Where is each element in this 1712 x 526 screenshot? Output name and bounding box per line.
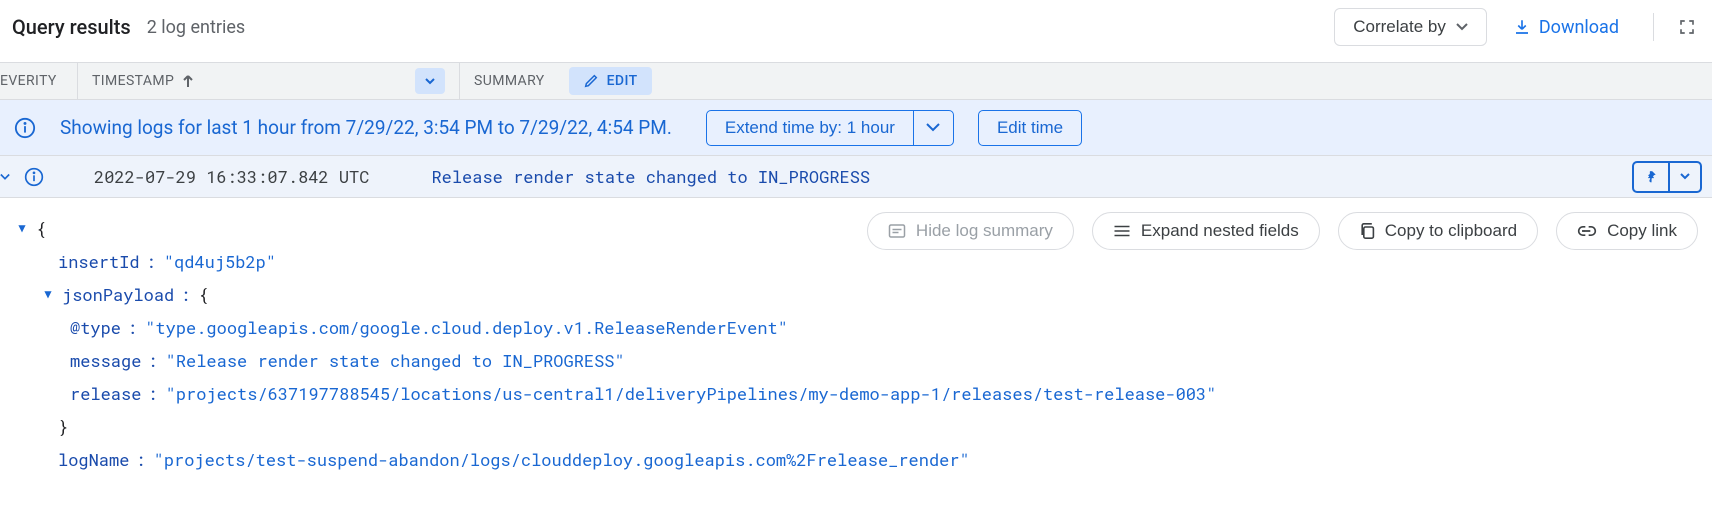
fullscreen-icon <box>1678 18 1696 36</box>
json-key: message <box>70 344 141 377</box>
json-key: jsonPayload <box>62 278 174 311</box>
page-title: Query results <box>12 15 131 39</box>
expand-list-icon <box>1113 224 1131 238</box>
copy-clipboard-label: Copy to clipboard <box>1385 221 1517 241</box>
column-header-row: EVERITY TIMESTAMP SUMMARY EDIT <box>0 62 1712 100</box>
download-icon <box>1513 18 1531 36</box>
tree-release: release: "projects/637197788545/location… <box>14 377 1698 410</box>
json-value: "projects/637197788545/locations/us-cent… <box>166 377 1217 410</box>
hide-log-summary-button: Hide log summary <box>867 212 1074 250</box>
expand-nested-button[interactable]: Expand nested fields <box>1092 212 1320 250</box>
col-timestamp[interactable]: TIMESTAMP <box>78 63 460 99</box>
log-entry-expanded: Hide log summary Expand nested fields Co… <box>0 198 1712 480</box>
download-button[interactable]: Download <box>1503 11 1629 44</box>
edit-time-button[interactable]: Edit time <box>978 110 1082 146</box>
json-value: "projects/test-suspend-abandon/logs/clou… <box>154 443 970 476</box>
arrow-up-icon <box>182 74 194 88</box>
json-value: "Release render state changed to IN_PROG… <box>166 344 625 377</box>
time-range-banner: Showing logs for last 1 hour from 7/29/2… <box>0 100 1712 156</box>
brace-close: } <box>58 410 68 443</box>
severity-info-icon <box>24 167 44 187</box>
json-value: "qd4uj5b2p" <box>164 245 276 278</box>
info-icon <box>14 117 36 139</box>
link-icon <box>1577 225 1597 237</box>
correlate-by-dropdown[interactable]: Correlate by <box>1334 8 1487 46</box>
expand-nested-label: Expand nested fields <box>1141 221 1299 241</box>
banner-message: Showing logs for last 1 hour from 7/29/2… <box>60 116 672 139</box>
col-severity[interactable]: EVERITY <box>0 63 78 99</box>
correlate-by-label: Correlate by <box>1353 17 1446 37</box>
chevron-down-icon <box>926 123 940 132</box>
summary-icon <box>888 223 906 239</box>
caret-down-icon <box>1680 173 1690 180</box>
extend-time-button[interactable]: Extend time by: 1 hour <box>707 111 913 145</box>
tree-type: @type: "type.googleapis.com/google.cloud… <box>14 311 1698 344</box>
pin-button[interactable] <box>1634 163 1668 191</box>
col-timestamp-label: TIMESTAMP <box>92 73 174 89</box>
log-entry-row[interactable]: 2022-07-29 16:33:07.842 UTC Release rend… <box>0 156 1712 198</box>
caret-down-icon <box>425 78 435 85</box>
hide-summary-label: Hide log summary <box>916 221 1053 241</box>
extend-time-split-button: Extend time by: 1 hour <box>706 110 954 146</box>
caret-down-icon <box>1456 23 1468 31</box>
divider <box>1653 13 1654 41</box>
json-value: "type.googleapis.com/google.cloud.deploy… <box>145 311 788 344</box>
chevron-down-icon <box>0 173 10 181</box>
tree-logName: logName: "projects/test-suspend-abandon/… <box>14 443 1698 476</box>
json-key: @type <box>70 311 121 344</box>
entry-count: 2 log entries <box>147 17 245 38</box>
caret-down-icon[interactable]: ▼ <box>40 278 56 311</box>
json-key: logName <box>58 443 129 476</box>
tree-jsonPayload-close: } <box>14 410 1698 443</box>
timestamp-options-dropdown[interactable] <box>415 68 445 94</box>
json-key: insertId <box>58 245 140 278</box>
action-row: Hide log summary Expand nested fields Co… <box>867 212 1698 250</box>
edit-summary-button[interactable]: EDIT <box>569 67 652 95</box>
expand-toggle[interactable] <box>0 173 10 181</box>
copy-clipboard-button[interactable]: Copy to clipboard <box>1338 212 1538 250</box>
log-summary: Release render state changed to IN_PROGR… <box>431 165 870 188</box>
copy-icon <box>1359 222 1375 240</box>
brace-open: { <box>198 278 208 311</box>
caret-down-icon[interactable]: ▼ <box>14 212 30 245</box>
log-timestamp: 2022-07-29 16:33:07.842 UTC <box>94 165 369 188</box>
fullscreen-button[interactable] <box>1678 18 1696 36</box>
brace-open: { <box>36 212 46 245</box>
json-key: release <box>70 377 141 410</box>
pin-dropdown[interactable] <box>1668 163 1700 191</box>
pencil-icon <box>583 73 599 89</box>
col-summary: SUMMARY <box>460 63 559 99</box>
pin-icon <box>1644 169 1658 185</box>
tree-message: message: "Release render state changed t… <box>14 344 1698 377</box>
tree-jsonPayload-open: ▼ jsonPayload: { <box>14 278 1698 311</box>
copy-link-button[interactable]: Copy link <box>1556 212 1698 250</box>
topbar: Query results 2 log entries Correlate by… <box>0 0 1712 62</box>
extend-time-dropdown[interactable] <box>913 111 953 145</box>
download-label: Download <box>1539 17 1619 38</box>
edit-label: EDIT <box>607 73 638 89</box>
json-tree: ▼ { insertId: "qd4uj5b2p" ▼ jsonPayload:… <box>14 212 1698 476</box>
pin-split-button <box>1632 161 1702 193</box>
copy-link-label: Copy link <box>1607 221 1677 241</box>
